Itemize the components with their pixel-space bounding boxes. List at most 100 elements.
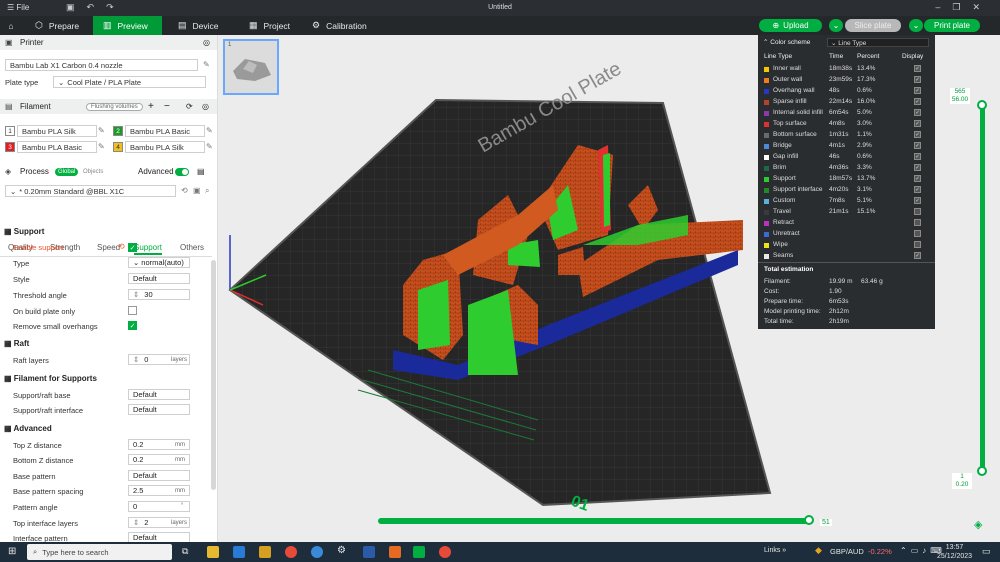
support-interface-select[interactable]: Default: [128, 404, 190, 415]
settings-icon[interactable]: ⚙: [337, 545, 346, 556]
bambu-studio-icon[interactable]: [413, 546, 425, 558]
edit-icon[interactable]: ✎: [98, 142, 105, 151]
filament-select[interactable]: Bambu PLA Basic: [17, 141, 97, 153]
tab-others[interactable]: Others: [180, 243, 204, 252]
reset-icon[interactable]: ⟲: [181, 186, 188, 195]
folder-icon[interactable]: [259, 546, 271, 558]
filament-section-header[interactable]: ▤ Filament Flushing volumes + − ⟳ ◎: [0, 99, 217, 114]
display-checkbox[interactable]: ✓: [914, 164, 921, 171]
enable-support-checkbox[interactable]: ✓: [128, 243, 137, 252]
bottom-layer-handle[interactable]: [977, 466, 987, 476]
tab-project[interactable]: ▦ Project: [243, 16, 303, 35]
color-scheme-select[interactable]: ⌄ Line Type: [827, 38, 929, 47]
upload-button[interactable]: ⊕ Upload: [759, 19, 822, 32]
raft-layers-input[interactable]: ⇕ 0 layers: [128, 354, 190, 365]
filament-color-swatch[interactable]: 4: [113, 142, 123, 152]
settings-scrollbar[interactable]: [211, 260, 216, 490]
task-view-icon[interactable]: ⧉: [182, 546, 188, 557]
3d-viewport[interactable]: Bambu Cool Plate 01 1 ⌃ Color scheme ⌄ L…: [218, 35, 1000, 542]
remove-icon[interactable]: −: [164, 101, 170, 112]
move-slider[interactable]: [378, 515, 814, 525]
edit-icon[interactable]: ✎: [98, 126, 105, 135]
plate-thumbnail[interactable]: 1: [223, 39, 279, 95]
edit-icon[interactable]: ✎: [203, 60, 210, 69]
build-plate-only-checkbox[interactable]: [128, 306, 137, 315]
top-z-input[interactable]: 0.2 mm: [128, 439, 190, 450]
display-checkbox[interactable]: ✓: [914, 142, 921, 149]
notification-icon[interactable]: ▭: [982, 546, 991, 557]
top-interface-layers-input[interactable]: ⇕ 2 layers: [128, 517, 190, 528]
objects-toggle[interactable]: Objects: [83, 169, 103, 175]
tab-calibration[interactable]: ⚙ Calibration: [306, 16, 378, 35]
printer-select[interactable]: Bambu Lab X1 Carbon 0.4 nozzle: [5, 59, 198, 71]
app-icon[interactable]: [363, 546, 375, 558]
edit-icon[interactable]: ✎: [206, 142, 213, 151]
tab-preview[interactable]: ▥ Preview: [93, 16, 162, 35]
clock[interactable]: 13:57 25/12/2023: [937, 543, 972, 561]
display-checkbox[interactable]: ✓: [914, 175, 921, 182]
sync-icon[interactable]: ⟳: [186, 102, 193, 111]
tab-speed[interactable]: Speed: [97, 243, 120, 252]
display-checkbox[interactable]: ✓: [914, 109, 921, 116]
flushing-volumes-button[interactable]: Flushing volumes: [86, 102, 143, 111]
display-checkbox[interactable]: [914, 208, 921, 215]
threshold-angle-input[interactable]: ⇕ 30: [128, 289, 190, 300]
display-checkbox[interactable]: ✓: [914, 98, 921, 105]
tab-device[interactable]: ▤ Device: [170, 16, 230, 35]
compare-icon[interactable]: ▤: [197, 167, 205, 176]
app-icon[interactable]: [389, 546, 401, 558]
process-section-header[interactable]: ◈ Process Global Objects Advanced ▤: [0, 164, 217, 179]
global-toggle[interactable]: Global: [55, 167, 79, 176]
filament-color-swatch[interactable]: 1: [5, 126, 15, 136]
minimize-icon[interactable]: –: [935, 2, 952, 12]
close-icon[interactable]: ✕: [972, 2, 992, 12]
display-checkbox[interactable]: ✓: [914, 197, 921, 204]
display-checkbox[interactable]: ✓: [914, 76, 921, 83]
print-plate-button[interactable]: Print plate: [924, 19, 980, 32]
advanced-switch[interactable]: [175, 167, 189, 176]
layers-icon[interactable]: ◈: [974, 518, 982, 531]
pattern-spacing-input[interactable]: 2.5 mm: [128, 485, 190, 496]
support-style-select[interactable]: Default: [128, 273, 190, 284]
stepper-icon[interactable]: ⇕: [133, 290, 139, 299]
display-checkbox[interactable]: ✓: [914, 252, 921, 259]
save-icon[interactable]: ▣: [193, 186, 201, 195]
bottom-z-input[interactable]: 0.2 mm: [128, 454, 190, 465]
print-dropdown[interactable]: ⌄: [909, 19, 923, 32]
search-icon[interactable]: ⌕: [205, 186, 209, 196]
filament-select[interactable]: Bambu PLA Silk: [17, 125, 97, 137]
file-explorer-icon[interactable]: [207, 546, 219, 558]
support-type-select[interactable]: ⌄ normal(auto): [128, 257, 190, 268]
links-toolbar[interactable]: Links »: [764, 547, 786, 554]
display-checkbox[interactable]: ✓: [914, 87, 921, 94]
mail-icon[interactable]: [233, 546, 245, 558]
filament-select[interactable]: Bambu PLA Basic: [125, 125, 205, 137]
windows-start-icon[interactable]: ⊞: [8, 546, 16, 557]
settings-icon[interactable]: ◎: [202, 102, 209, 111]
remove-overhangs-checkbox[interactable]: ✓: [128, 321, 137, 330]
base-pattern-select[interactable]: Default: [128, 470, 190, 481]
display-checkbox[interactable]: ✓: [914, 120, 921, 127]
home-button[interactable]: ⌂: [0, 16, 22, 35]
reset-icon[interactable]: ⟲: [118, 242, 125, 251]
filament-color-swatch[interactable]: 3: [5, 142, 15, 152]
tab-support[interactable]: Support: [134, 243, 163, 255]
add-icon[interactable]: +: [148, 101, 154, 112]
app-icon[interactable]: [311, 546, 323, 558]
stepper-icon[interactable]: ⇕: [133, 355, 139, 364]
restore-icon[interactable]: ❐: [952, 2, 972, 12]
support-base-select[interactable]: Default: [128, 389, 190, 400]
interface-pattern-select[interactable]: Default: [128, 532, 190, 542]
currency-pair[interactable]: GBP/AUD: [830, 547, 864, 556]
display-checkbox[interactable]: ✓: [914, 65, 921, 72]
move-slider-handle[interactable]: [804, 515, 814, 525]
settings-icon[interactable]: ◎: [203, 38, 210, 47]
taskbar-search[interactable]: ⌕ Type here to search: [27, 544, 172, 560]
pattern-angle-input[interactable]: 0 °: [128, 501, 190, 512]
chrome-icon[interactable]: [285, 546, 297, 558]
process-preset-select[interactable]: ⌄ * 0.20mm Standard @BBL X1C: [5, 185, 176, 197]
display-checkbox[interactable]: ✓: [914, 131, 921, 138]
top-layer-handle[interactable]: [977, 100, 987, 110]
tab-prepare[interactable]: ⬡ Prepare: [28, 16, 88, 35]
printer-section-header[interactable]: ▣ Printer ◎: [0, 35, 217, 50]
